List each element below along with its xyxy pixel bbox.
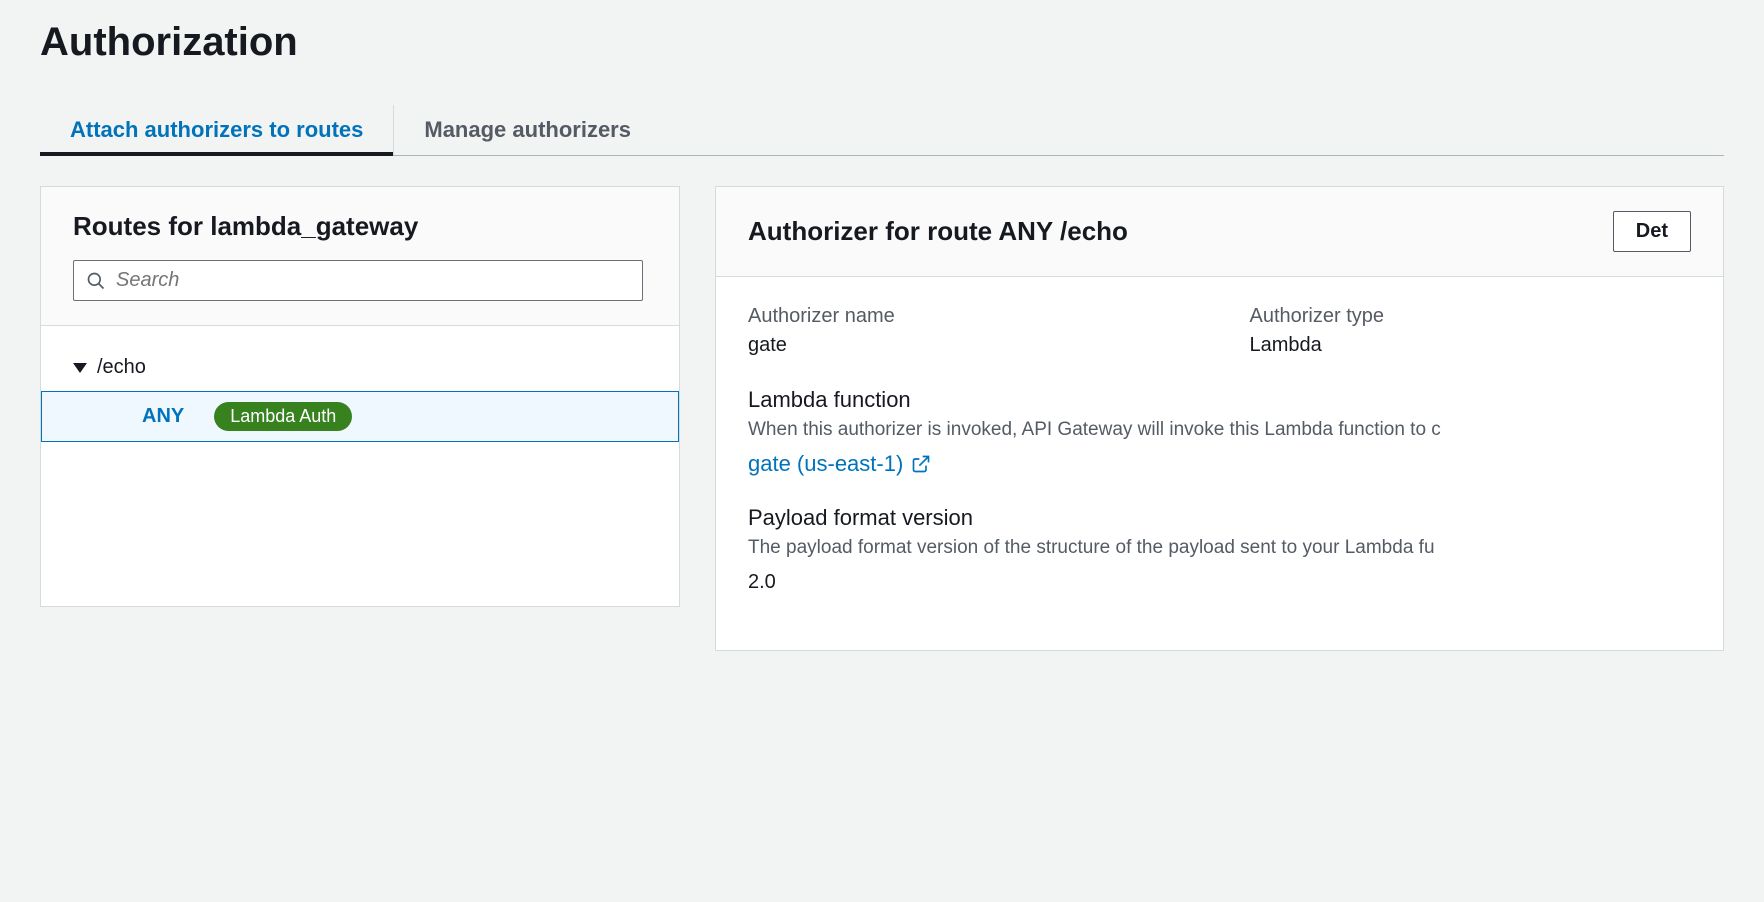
authorizer-name-value: gate <box>748 334 1190 357</box>
route-method-row[interactable]: ANY Lambda Auth <box>41 391 679 442</box>
routes-tree: /echo ANY Lambda Auth <box>41 326 679 606</box>
route-path-label: /echo <box>97 356 146 379</box>
route-method-name[interactable]: ANY <box>142 405 184 428</box>
search-field[interactable] <box>73 260 643 301</box>
authorizer-type-label: Authorizer type <box>1250 305 1692 328</box>
authorizer-badge: Lambda Auth <box>214 402 352 431</box>
details-button[interactable]: Det <box>1613 211 1691 252</box>
lambda-function-label: Lambda function <box>748 387 1691 413</box>
payload-format-description: The payload format version of the struct… <box>748 537 1691 559</box>
details-panel-title: Authorizer for route ANY /echo <box>748 216 1128 247</box>
details-panel: Authorizer for route ANY /echo Det Autho… <box>715 186 1724 651</box>
search-icon <box>86 271 106 291</box>
route-path-row[interactable]: /echo <box>41 346 679 389</box>
search-input[interactable] <box>116 269 630 292</box>
routes-panel: Routes for lambda_gateway /echo <box>40 186 680 607</box>
authorizer-name-label: Authorizer name <box>748 305 1190 328</box>
page-title: Authorization <box>40 20 1724 65</box>
caret-down-icon <box>73 363 87 373</box>
routes-panel-title: Routes for lambda_gateway <box>73 211 647 242</box>
tab-attach-authorizers[interactable]: Attach authorizers to routes <box>40 105 394 155</box>
authorizer-type-value: Lambda <box>1250 334 1692 357</box>
payload-format-value: 2.0 <box>748 571 1691 594</box>
lambda-function-link-text: gate (us-east-1) <box>748 451 903 477</box>
tabs: Attach authorizers to routes Manage auth… <box>40 105 1724 156</box>
lambda-function-description: When this authorizer is invoked, API Gat… <box>748 419 1691 441</box>
payload-format-label: Payload format version <box>748 505 1691 531</box>
lambda-function-link[interactable]: gate (us-east-1) <box>748 451 931 477</box>
external-link-icon <box>911 454 931 474</box>
tab-manage-authorizers[interactable]: Manage authorizers <box>394 105 661 155</box>
